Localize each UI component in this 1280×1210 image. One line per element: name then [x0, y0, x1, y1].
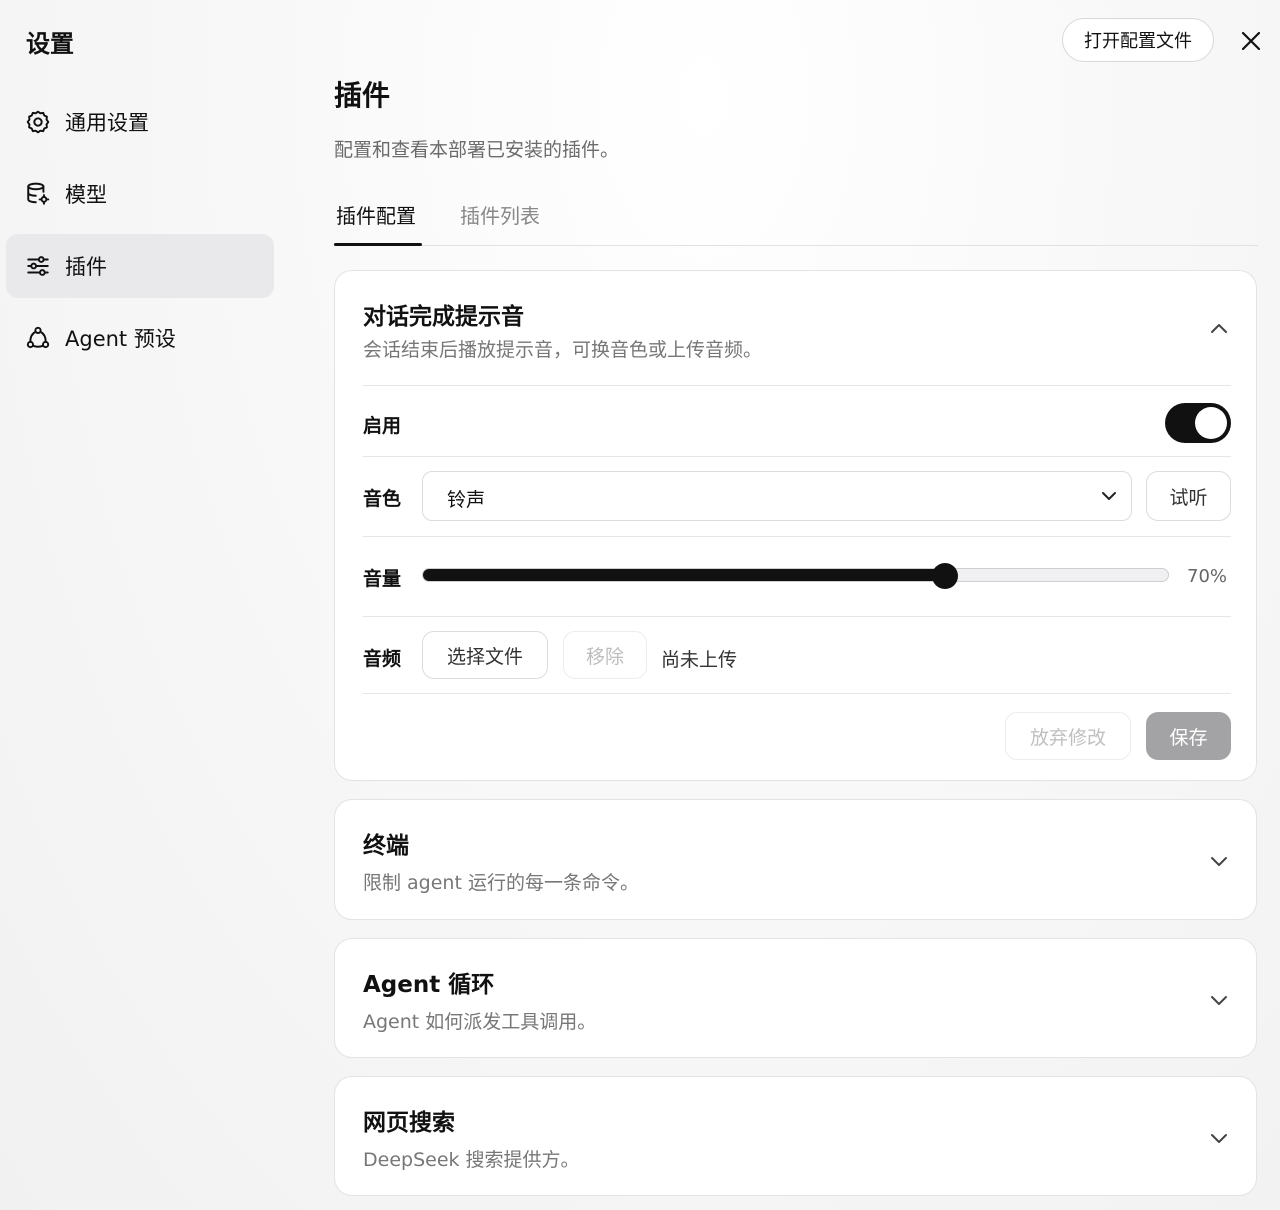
divider [363, 616, 1231, 617]
audio-label: 音频 [363, 648, 402, 670]
plugin-card-agent-loop[interactable]: Agent 循环 Agent 如何派发工具调用。 [334, 938, 1257, 1058]
volume-label: 音量 [363, 568, 402, 590]
plugin-description: 会话结束后播放提示音，可换音色或上传音频。 [363, 339, 763, 361]
divider [363, 536, 1231, 537]
volume-slider[interactable] [422, 563, 1169, 589]
database-gear-icon [24, 180, 52, 208]
sidebar-item-general[interactable]: 通用设置 [6, 90, 274, 154]
discard-changes-button[interactable]: 放弃修改 [1005, 712, 1131, 760]
chevron-down-icon[interactable] [1208, 989, 1230, 1011]
tab-plugin-list[interactable]: 插件列表 [460, 200, 540, 229]
sidebar: 通用设置 模型 插件 Agent 预设 [6, 90, 274, 378]
sidebar-item-label: 插件 [65, 255, 107, 279]
plugin-title: 网页搜索 [363, 1110, 455, 1136]
voice-label: 音色 [363, 488, 402, 510]
open-config-file-button[interactable]: 打开配置文件 [1062, 18, 1214, 62]
plugin-title: 对话完成提示音 [363, 304, 524, 330]
plugin-card-completion-sound: 对话完成提示音 会话结束后播放提示音，可换音色或上传音频。 启用 音色 铃声 试… [334, 270, 1257, 781]
preview-button[interactable]: 试听 [1146, 471, 1231, 521]
page-subtitle: 配置和查看本部署已安装的插件。 [334, 139, 620, 161]
remove-button[interactable]: 移除 [563, 631, 647, 679]
active-tab-indicator [334, 243, 422, 246]
chevron-up-icon[interactable] [1208, 318, 1230, 340]
plugin-title: 终端 [363, 833, 409, 859]
app-title: 设置 [26, 30, 74, 58]
upload-status: 尚未上传 [661, 649, 738, 671]
choose-file-button[interactable]: 选择文件 [422, 631, 548, 679]
divider [363, 693, 1231, 694]
sidebar-item-label: 通用设置 [65, 111, 149, 135]
page-title: 插件 [334, 79, 391, 112]
divider [363, 385, 1231, 386]
close-icon [1241, 31, 1261, 51]
tab-bar: 插件配置 插件列表 [334, 190, 1258, 246]
chevron-down-icon [1102, 492, 1116, 500]
plugin-description: Agent 如何派发工具调用。 [363, 1011, 597, 1033]
volume-slider-fill [423, 569, 945, 581]
sidebar-item-models[interactable]: 模型 [6, 162, 274, 226]
tab-plugin-config[interactable]: 插件配置 [336, 200, 416, 229]
chevron-down-icon[interactable] [1208, 850, 1230, 872]
plugin-card-web-search[interactable]: 网页搜索 DeepSeek 搜索提供方。 [334, 1076, 1257, 1196]
chevron-down-icon[interactable] [1208, 1127, 1230, 1149]
toggle-knob [1195, 407, 1227, 439]
sidebar-item-label: Agent 预设 [65, 327, 176, 351]
plugin-card-terminal[interactable]: 终端 限制 agent 运行的每一条命令。 [334, 799, 1257, 920]
plugin-title: Agent 循环 [363, 972, 495, 998]
plugin-description: 限制 agent 运行的每一条命令。 [363, 872, 639, 894]
voice-select-value: 铃声 [447, 489, 486, 511]
enable-toggle[interactable] [1165, 403, 1231, 443]
sidebar-item-agent-presets[interactable]: Agent 预设 [6, 306, 274, 370]
sidebar-item-label: 模型 [65, 183, 107, 207]
enable-label: 启用 [363, 415, 402, 437]
plugin-description: DeepSeek 搜索提供方。 [363, 1149, 580, 1171]
save-button[interactable]: 保存 [1146, 712, 1231, 760]
sidebar-item-plugins[interactable]: 插件 [6, 234, 274, 298]
voice-select[interactable]: 铃声 [422, 471, 1132, 521]
gear-icon [24, 108, 52, 136]
volume-slider-thumb[interactable] [931, 563, 958, 589]
volume-value: 70% [1187, 566, 1228, 587]
close-button[interactable] [1236, 26, 1266, 56]
agent-cycle-icon [24, 324, 52, 352]
sliders-icon [24, 252, 52, 280]
divider [363, 456, 1231, 457]
